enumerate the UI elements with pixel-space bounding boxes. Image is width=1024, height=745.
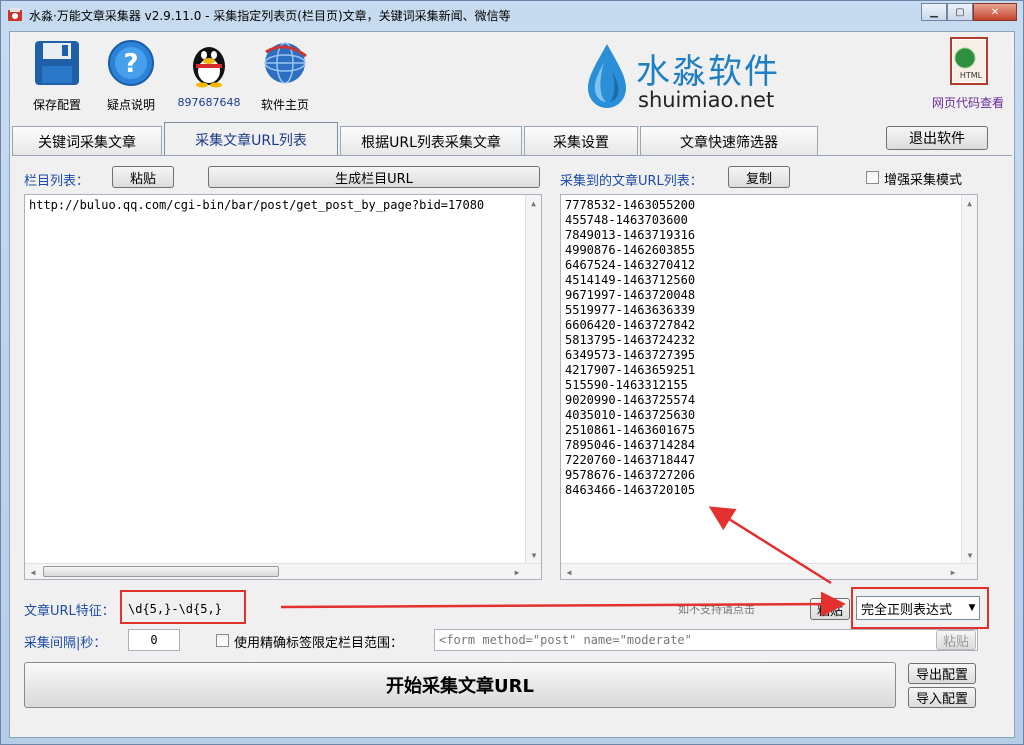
save-config-label: 保存配置 — [32, 98, 81, 112]
window-controls: ▁ ▢ ✕ — [921, 3, 1017, 21]
generate-column-url-button[interactable]: 生成栏目URL — [208, 166, 540, 188]
collected-url-item: 9578676-1463727206 — [565, 468, 696, 482]
left-vertical-scrollbar[interactable]: ▲ ▼ — [525, 195, 541, 563]
qq-tool[interactable]: 897687648 — [174, 38, 244, 109]
precise-tag-paste-button[interactable]: 粘贴 — [936, 630, 976, 650]
collected-url-item: 4514149-1463712560 — [565, 273, 696, 287]
column-list-label: 栏目列表： — [24, 174, 90, 189]
html-badge-text: HTML — [960, 71, 983, 80]
copy-button[interactable]: 复制 — [728, 166, 790, 188]
precise-tag-input[interactable]: <form method="post" name="moderate" — [434, 629, 978, 651]
interval-input[interactable]: 0 — [128, 629, 180, 651]
collected-url-item: 4217907-1463659251 — [565, 363, 696, 377]
title-bar[interactable]: 水淼·万能文章采集器 v2.9.11.0 - 采集指定列表页(栏目页)文章，关键… — [1, 1, 1023, 29]
collected-url-item: 7778532-1463055200 — [565, 198, 696, 212]
collected-url-item: 4035010-1463725630 — [565, 408, 696, 422]
collected-url-item: 515590-1463312155 — [565, 378, 688, 392]
column-list-content: http://buluo.qq.com/cgi-bin/bar/post/get… — [29, 198, 485, 212]
feature-paste-button[interactable]: 粘贴 — [810, 598, 850, 620]
html-view-tool[interactable]: HTML 网页代码查看 — [928, 36, 1008, 111]
left-horizontal-scrollbar[interactable]: ◀ ▶ — [25, 563, 541, 579]
right-vertical-scrollbar[interactable]: ▲ ▼ — [961, 195, 977, 563]
tab-bar: 关键词采集文章 采集文章URL列表 根据URL列表采集文章 采集设置 文章快速筛… — [12, 122, 820, 156]
minimize-button[interactable]: ▁ — [921, 3, 947, 21]
start-collect-url-button[interactable]: 开始采集文章URL — [24, 662, 896, 708]
feature-input-highlight — [120, 590, 246, 624]
scroll-right-arrow-icon[interactable]: ▶ — [945, 564, 961, 579]
app-icon — [8, 8, 22, 21]
precise-tag-checkbox[interactable] — [216, 634, 229, 647]
horizontal-scroll-thumb[interactable] — [43, 566, 279, 577]
url-feature-hint: 如不支持请点击 — [678, 603, 755, 616]
enhanced-mode-label: 增强采集模式 — [884, 173, 963, 188]
collected-url-item: 5813795-1463724232 — [565, 333, 696, 347]
url-feature-label: 文章URL特征： — [24, 604, 115, 619]
client-area: 保存配置 ? 疑点说明 897687648 软件主页 水淼软件 shuimiao… — [9, 31, 1015, 738]
precise-tag-label: 使用精确标签限定栏目范围： — [234, 636, 404, 651]
tab-quick-filter[interactable]: 文章快速筛选器 — [640, 126, 818, 156]
scroll-down-arrow-icon[interactable]: ▼ — [526, 547, 541, 563]
collected-url-item: 7895046-1463714284 — [565, 438, 696, 452]
help-label: 疑点说明 — [106, 98, 155, 112]
svg-text:?: ? — [123, 49, 138, 79]
help-tool[interactable]: ? 疑点说明 — [96, 38, 166, 113]
precise-tag-value: <form method="post" name="moderate" — [439, 633, 692, 647]
column-list-textbox[interactable]: http://buluo.qq.com/cgi-bin/bar/post/get… — [24, 194, 542, 580]
import-config-button[interactable]: 导入配置 — [908, 687, 976, 708]
question-help-icon: ? — [108, 40, 154, 86]
brand-name-en: shuimiao.net — [638, 88, 775, 112]
tab-keyword-collect[interactable]: 关键词采集文章 — [12, 126, 162, 156]
collected-url-item: 8463466-1463720105 — [565, 483, 696, 497]
window-title: 水淼·万能文章采集器 v2.9.11.0 - 采集指定列表页(栏目页)文章，关键… — [29, 9, 511, 23]
collected-url-item: 4990876-1462603855 — [565, 243, 696, 257]
scroll-up-arrow-icon[interactable]: ▲ — [962, 195, 977, 211]
floppy-disk-icon — [35, 41, 79, 85]
enhanced-mode-checkbox[interactable] — [866, 171, 879, 184]
app-window: 水淼·万能文章采集器 v2.9.11.0 - 采集指定列表页(栏目页)文章，关键… — [0, 0, 1024, 745]
right-horizontal-scrollbar[interactable]: ◀ ▶ — [561, 563, 977, 579]
html-document-icon: HTML — [950, 37, 988, 85]
collected-url-item: 455748-1463703600 — [565, 213, 688, 227]
scroll-down-arrow-icon[interactable]: ▼ — [962, 547, 977, 563]
homepage-tool[interactable]: 软件主页 — [250, 38, 320, 113]
collected-url-item: 6349573-1463727395 — [565, 348, 696, 362]
collected-url-item: 7849013-1463719316 — [565, 228, 696, 242]
tab-collect-by-url-list[interactable]: 根据URL列表采集文章 — [340, 126, 522, 156]
scroll-up-arrow-icon[interactable]: ▲ — [526, 195, 541, 211]
tab-divider — [12, 155, 1012, 156]
brand-name-cn: 水淼软件 — [636, 52, 780, 92]
collected-url-textbox[interactable]: 7778532-1463055200 455748-1463703600 78490… — [560, 194, 978, 580]
scroll-left-arrow-icon[interactable]: ◀ — [25, 564, 41, 579]
collected-url-item: 7220760-1463718447 — [565, 453, 696, 467]
html-view-label: 网页代码查看 — [931, 96, 1004, 110]
mode-select-highlight — [851, 587, 989, 629]
scroll-left-arrow-icon[interactable]: ◀ — [561, 564, 577, 579]
save-config-tool[interactable]: 保存配置 — [22, 38, 92, 113]
collected-url-item: 9020990-1463725574 — [565, 393, 696, 407]
collected-url-list-label: 采集到的文章URL列表： — [560, 174, 703, 189]
exit-button[interactable]: 退出软件 — [886, 126, 988, 150]
tab-collect-settings[interactable]: 采集设置 — [524, 126, 638, 156]
qq-number-label: 897687648 — [177, 96, 241, 109]
left-paste-button[interactable]: 粘贴 — [112, 166, 174, 188]
collected-url-item: 5519977-1463636339 — [565, 303, 696, 317]
homepage-label: 软件主页 — [260, 98, 309, 112]
water-drop-logo-icon — [588, 44, 626, 108]
qq-penguin-icon — [193, 47, 225, 88]
globe-icon — [264, 42, 307, 84]
tab-collect-url-list[interactable]: 采集文章URL列表 — [164, 122, 338, 156]
collected-url-item: 9671997-1463720048 — [565, 288, 696, 302]
collected-url-item: 2510861-1463601675 — [565, 423, 696, 437]
interval-label: 采集间隔|秒： — [24, 636, 107, 651]
export-config-button[interactable]: 导出配置 — [908, 663, 976, 684]
maximize-button[interactable]: ▢ — [947, 3, 973, 21]
close-button[interactable]: ✕ — [973, 3, 1017, 21]
collected-url-list: 7778532-1463055200 455748-1463703600 78490… — [561, 195, 977, 501]
scroll-right-arrow-icon[interactable]: ▶ — [509, 564, 525, 579]
collected-url-item: 6467524-1463270412 — [565, 258, 696, 272]
collected-url-item: 6606420-1463727842 — [565, 318, 696, 332]
